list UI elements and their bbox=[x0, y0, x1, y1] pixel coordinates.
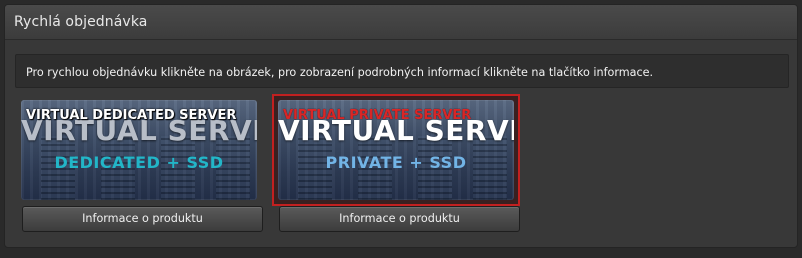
product-card-private: VIRTUAL PRIVATE SERVER VIRTUAL SERVER PR… bbox=[272, 94, 520, 236]
instructions-text: Pro rychlou objednávku klikněte na obráz… bbox=[26, 66, 654, 79]
selected-banner-frame: VIRTUAL PRIVATE SERVER VIRTUAL SERVER PR… bbox=[272, 94, 520, 206]
private-server-banner[interactable]: VIRTUAL PRIVATE SERVER VIRTUAL SERVER PR… bbox=[278, 100, 514, 200]
panel-header: Rychlá objednávka bbox=[5, 5, 797, 40]
product-info-button[interactable]: Informace o produktu bbox=[279, 206, 520, 232]
dedicated-server-banner[interactable]: VIRTUAL DEDICATED SERVER VIRTUAL SERVER … bbox=[21, 100, 257, 200]
banner-alt-text: VIRTUAL PRIVATE SERVER bbox=[283, 108, 472, 123]
banner-subline: DEDICATED + SSD bbox=[54, 153, 224, 172]
instructions-box: Pro rychlou objednávku klikněte na obráz… bbox=[15, 54, 789, 88]
banner-alt-text: VIRTUAL DEDICATED SERVER bbox=[26, 108, 237, 123]
panel-title: Rychlá objednávka bbox=[14, 14, 148, 30]
banner-frame: VIRTUAL DEDICATED SERVER VIRTUAL SERVER … bbox=[15, 94, 263, 206]
product-info-button[interactable]: Informace o produktu bbox=[22, 206, 263, 232]
banner-subline: PRIVATE + SSD bbox=[325, 153, 467, 172]
product-card-dedicated: VIRTUAL DEDICATED SERVER VIRTUAL SERVER … bbox=[15, 94, 263, 236]
